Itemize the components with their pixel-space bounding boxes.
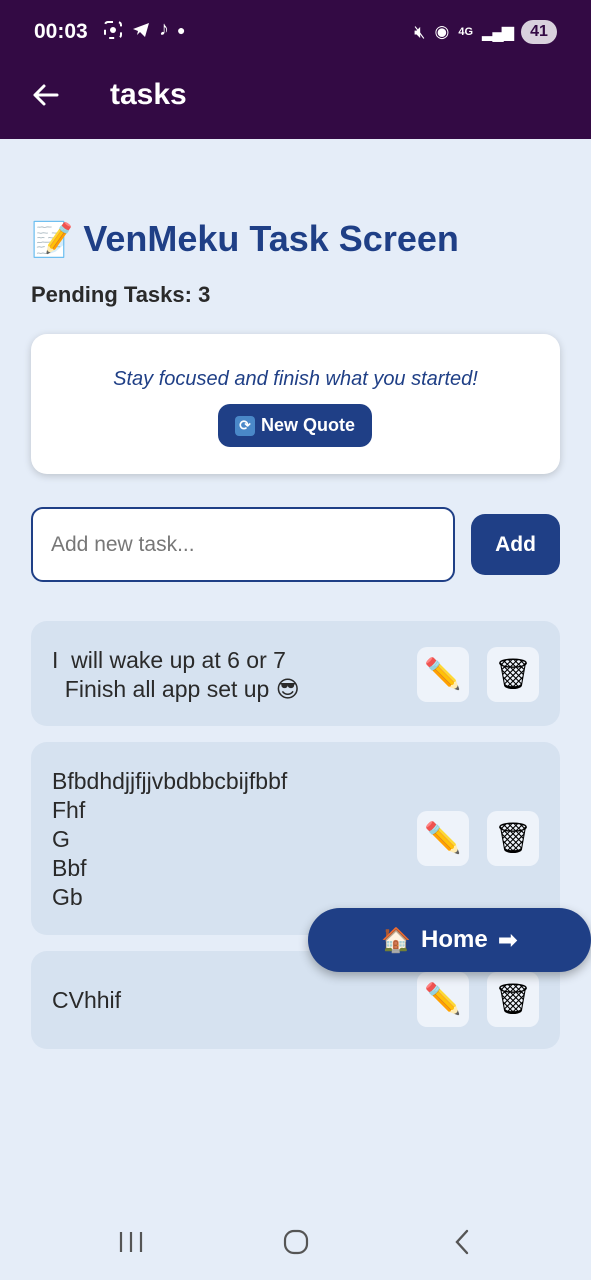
pending-count: Pending Tasks: 3 bbox=[31, 282, 211, 307]
network-label: 4G bbox=[458, 26, 474, 38]
dot-icon: ● bbox=[177, 21, 186, 38]
add-task-button[interactable]: Add bbox=[471, 514, 560, 575]
recents-icon bbox=[119, 1232, 143, 1252]
refresh-icon: ⟳ bbox=[234, 415, 255, 436]
memo-icon: 📝 bbox=[31, 221, 74, 259]
quote-card: Stay focused and finish what you started… bbox=[31, 334, 560, 474]
quote-text: Stay focused and finish what you started… bbox=[113, 368, 478, 390]
status-time: 00:03 bbox=[34, 20, 88, 43]
page-title-text: VenMeku Task Screen bbox=[83, 218, 459, 259]
task-text: I will wake up at 6 or 7 Finish all app … bbox=[52, 647, 300, 702]
battery-indicator: 41 bbox=[521, 20, 557, 44]
system-nav-bar bbox=[0, 1200, 591, 1280]
pencil-icon: ✏️ bbox=[424, 658, 462, 691]
task-item: Bfbdhdjjfjjvbdbbcbijfbbf Fhf G Bbf Gb ✏️… bbox=[31, 742, 560, 935]
back-nav-button[interactable] bbox=[432, 1220, 492, 1264]
status-system-icons: 🔇︎ ◉ 4G ▂▄▆ 41 bbox=[414, 20, 557, 44]
signal-icon: ▂▄▆ bbox=[482, 24, 514, 41]
new-quote-button[interactable]: ⟳ New Quote bbox=[218, 404, 372, 447]
arrow-right-icon: ➡ bbox=[497, 926, 518, 954]
pencil-icon: ✏️ bbox=[424, 822, 462, 855]
home-label: Home bbox=[421, 926, 488, 953]
edit-task-button[interactable]: ✏️ bbox=[417, 811, 469, 866]
pencil-icon: ✏️ bbox=[424, 983, 462, 1016]
trash-icon: 🗑 bbox=[493, 658, 533, 691]
app-bar: 00:03 ♪ ● 🔇︎ ◉ 4G ▂▄▆ 41 tasks bbox=[0, 0, 591, 139]
page-title: 📝 VenMeku Task Screen bbox=[31, 218, 459, 260]
hotspot-icon: ◉ bbox=[434, 22, 450, 41]
delete-task-button[interactable]: 🗑 bbox=[487, 972, 539, 1027]
edit-task-button[interactable]: ✏️ bbox=[417, 972, 469, 1027]
edit-task-button[interactable]: ✏️ bbox=[417, 647, 469, 702]
new-task-input[interactable] bbox=[31, 507, 455, 582]
delete-task-button[interactable]: 🗑 bbox=[487, 811, 539, 866]
home-circle-icon bbox=[283, 1229, 309, 1255]
arrow-left-icon bbox=[33, 84, 59, 106]
app-bar-title: tasks bbox=[110, 78, 187, 111]
mute-icon: 🔇︎ bbox=[414, 21, 426, 42]
status-notification-icons: ♪ ● bbox=[103, 18, 185, 41]
home-nav-button[interactable] bbox=[266, 1220, 326, 1264]
screenshot-icon bbox=[104, 20, 122, 39]
house-icon: 🏠 bbox=[381, 926, 412, 954]
recent-apps-button[interactable] bbox=[101, 1220, 161, 1264]
trash-icon: 🗑 bbox=[493, 983, 533, 1016]
task-item: I will wake up at 6 or 7 Finish all app … bbox=[31, 621, 560, 726]
new-quote-label: New Quote bbox=[260, 415, 355, 435]
tiktok-icon: ♪ bbox=[159, 18, 169, 40]
trash-icon: 🗑 bbox=[493, 822, 533, 855]
back-button[interactable] bbox=[28, 78, 62, 112]
chevron-left-icon bbox=[455, 1229, 469, 1255]
task-text: Bfbdhdjjfjjvbdbbcbijfbbf Fhf G Bbf Gb bbox=[52, 768, 288, 910]
home-button[interactable]: 🏠 Home ➡ bbox=[308, 908, 591, 972]
task-text: CVhhif bbox=[52, 987, 122, 1013]
delete-task-button[interactable]: 🗑 bbox=[487, 647, 539, 702]
telegram-icon bbox=[133, 22, 149, 37]
